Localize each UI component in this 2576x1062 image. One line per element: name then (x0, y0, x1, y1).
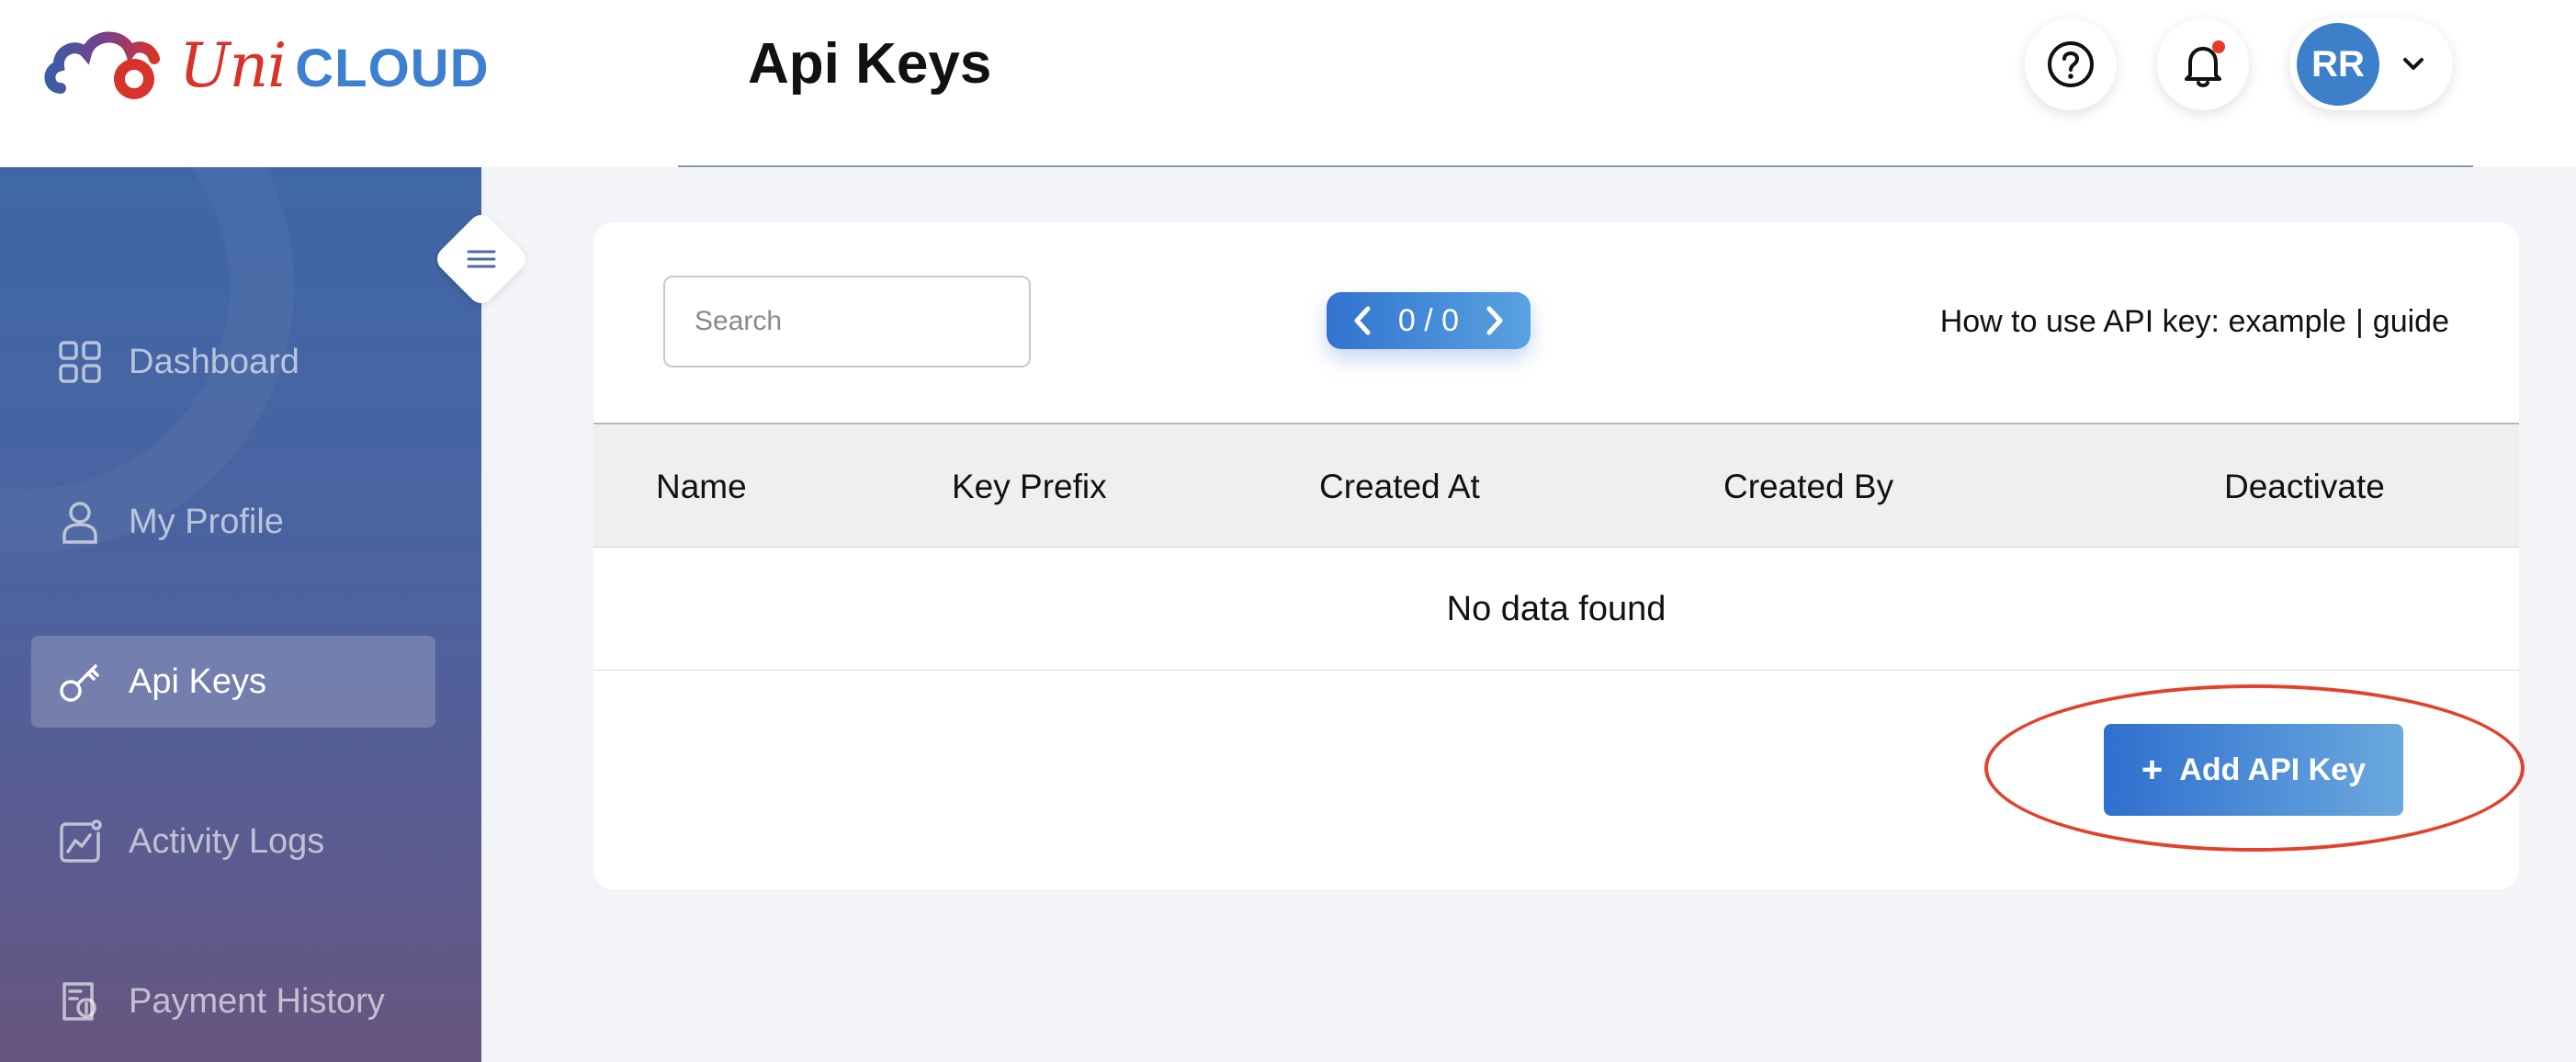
chevron-right-icon (1486, 306, 1503, 335)
sidebar-item-label: Payment History (129, 981, 385, 1021)
column-header-name[interactable]: Name (656, 424, 747, 549)
previous-page-button[interactable] (1349, 302, 1376, 339)
column-header-deactivate[interactable]: Deactivate (2224, 424, 2385, 549)
table-header: Name Key Prefix Created At Created By De… (593, 423, 2519, 548)
column-header-created-by[interactable]: Created By (1723, 424, 1893, 549)
cloud-logo-icon (44, 31, 160, 99)
sidebar-item-dashboard[interactable]: Dashboard (31, 316, 435, 408)
column-header-key-prefix[interactable]: Key Prefix (952, 424, 1107, 549)
link-separator: | (2355, 303, 2364, 339)
notification-badge-dot (2212, 40, 2225, 53)
help-prefix: How to use API key: (1939, 303, 2220, 339)
add-api-key-label: Add API Key (2179, 751, 2367, 787)
sidebar: Dashboard My Profile Api Keys Activity L… (0, 167, 481, 1062)
top-header: Uni CLOUD Api Keys RR (0, 0, 2576, 167)
key-icon (60, 664, 99, 702)
sidebar-item-label: Api Keys (129, 661, 266, 701)
chevron-left-icon (1354, 306, 1371, 335)
logo-cloud-text: CLOUD (295, 38, 490, 98)
chevron-down-icon (2403, 58, 2423, 70)
empty-table-message: No data found (593, 548, 2519, 671)
guide-link[interactable]: guide (2373, 304, 2449, 340)
payment-receipt-icon (62, 982, 96, 1021)
help-button[interactable] (2025, 18, 2117, 110)
api-key-help-text: How to use API key: example | guide (1940, 296, 2449, 347)
user-menu[interactable]: RR (2289, 18, 2453, 110)
grid-icon (59, 341, 101, 383)
unicloud-logo[interactable]: Uni CLOUD (44, 24, 503, 107)
plus-icon: + (2141, 749, 2164, 790)
example-link[interactable]: example (2228, 304, 2346, 340)
sidebar-item-my-profile[interactable]: My Profile (31, 476, 435, 568)
sidebar-item-label: Activity Logs (129, 821, 325, 861)
page-title: Api Keys (748, 32, 992, 96)
sidebar-item-api-keys[interactable]: Api Keys (31, 636, 435, 728)
avatar: RR (2297, 23, 2379, 106)
column-header-created-at[interactable]: Created At (1319, 424, 1480, 549)
search-input[interactable] (663, 276, 1031, 367)
pagination-control: 0 / 0 (1327, 292, 1531, 349)
hamburger-menu-icon[interactable] (465, 243, 498, 276)
page-indicator: 0 / 0 (1397, 302, 1460, 338)
notifications-button[interactable] (2157, 18, 2249, 110)
header-divider (678, 165, 2473, 167)
sidebar-item-label: My Profile (129, 502, 284, 541)
activity-chart-icon (60, 819, 102, 863)
user-icon (62, 502, 97, 544)
sidebar-item-payment-history[interactable]: Payment History (31, 955, 435, 1047)
sidebar-item-activity-logs[interactable]: Activity Logs (31, 796, 435, 887)
next-page-button[interactable] (1481, 302, 1508, 339)
question-circle-icon (2048, 41, 2094, 87)
logo-uni-text: Uni (179, 29, 287, 101)
api-keys-card: 0 / 0 How to use API key: example|guide … (593, 222, 2519, 889)
add-api-key-button[interactable]: + Add API Key (2104, 724, 2403, 816)
sidebar-item-label: Dashboard (129, 342, 299, 381)
